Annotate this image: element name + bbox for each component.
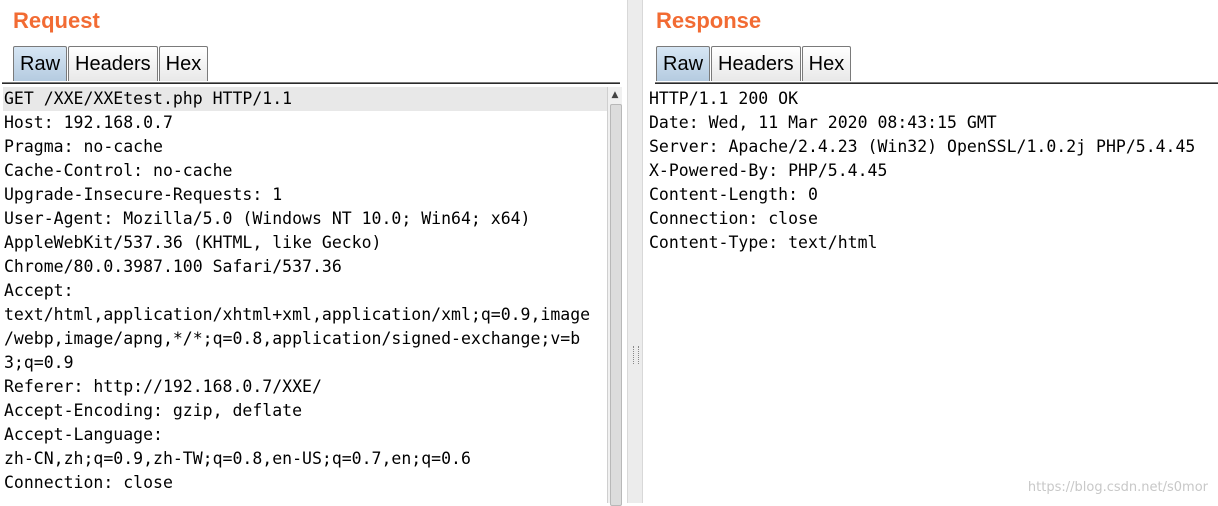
request-line: Connection: close <box>4 473 173 492</box>
request-scrollbar[interactable]: ▲ <box>607 87 622 506</box>
request-line: Chrome/80.0.3987.100 Safari/537.36 <box>4 257 342 276</box>
request-line: Upgrade-Insecure-Requests: 1 <box>4 185 283 204</box>
request-line: Host: 192.168.0.7 <box>4 113 173 132</box>
watermark: https://blog.csdn.net/s0mor <box>1027 480 1208 495</box>
request-tab-divider <box>2 82 620 84</box>
response-line: HTTP/1.1 200 OK <box>649 89 799 108</box>
response-line: Content-Length: 0 <box>649 185 818 204</box>
response-line: Server: Apache/2.4.23 (Win32) OpenSSL/1.… <box>649 137 1196 156</box>
request-line: zh-CN,zh;q=0.9,zh-TW;q=0.8,en-US;q=0.7,e… <box>4 449 471 468</box>
response-title: Response <box>656 8 762 33</box>
response-tab-divider <box>655 82 1218 84</box>
response-tab-headers[interactable]: Headers <box>711 46 801 81</box>
request-line: text/html,application/xhtml+xml,applicat… <box>4 305 591 324</box>
request-line: GET /XXE/XXEtest.php HTTP/1.1 <box>3 87 607 111</box>
response-editor[interactable]: HTTP/1.1 200 OK Date: Wed, 11 Mar 2020 08… <box>648 87 1213 503</box>
request-line: User-Agent: Mozilla/5.0 (Windows NT 10.0… <box>4 209 531 228</box>
request-line: AppleWebKit/537.36 (KHTML, like Gecko) <box>4 233 382 252</box>
split-divider[interactable] <box>627 0 643 503</box>
request-line: Pragma: no-cache <box>4 137 163 156</box>
request-editor[interactable]: GET /XXE/XXEtest.php HTTP/1.1 Host: 192.1… <box>3 87 607 503</box>
request-tab-headers[interactable]: Headers <box>68 46 158 81</box>
request-line: Cache-Control: no-cache <box>4 161 233 180</box>
request-tab-hex[interactable]: Hex <box>158 46 209 81</box>
request-tabs: Raw Headers Hex <box>13 46 209 81</box>
response-line: Date: Wed, 11 Mar 2020 08:43:15 GMT <box>649 113 997 132</box>
scroll-up-icon[interactable]: ▲ <box>608 87 622 103</box>
request-scroll-thumb[interactable] <box>610 104 622 506</box>
request-line: Accept: <box>4 281 74 300</box>
divider-grip-icon[interactable] <box>633 346 639 364</box>
request-line: /webp,image/apng,*/*;q=0.8,application/s… <box>4 329 581 348</box>
request-line: 3;q=0.9 <box>4 353 74 372</box>
request-line: Referer: http://192.168.0.7/XXE/ <box>4 377 322 396</box>
response-tab-raw[interactable]: Raw <box>656 46 711 81</box>
response-line: X-Powered-By: PHP/5.4.45 <box>649 161 888 180</box>
request-tab-raw[interactable]: Raw <box>13 46 68 81</box>
response-tabs: Raw Headers Hex <box>656 46 852 81</box>
response-tab-hex[interactable]: Hex <box>801 46 852 81</box>
request-line: Accept-Encoding: gzip, deflate <box>4 401 303 420</box>
response-line: Content-Type: text/html <box>649 233 878 252</box>
request-line: Accept-Language: <box>4 425 163 444</box>
response-panel: Response Raw Headers Hex HTTP/1.1 200 OK… <box>643 0 1218 503</box>
request-panel: Request Raw Headers Hex GET /XXE/XXEtest… <box>0 0 627 506</box>
response-line: Connection: close <box>649 209 818 228</box>
request-title: Request <box>13 8 100 33</box>
